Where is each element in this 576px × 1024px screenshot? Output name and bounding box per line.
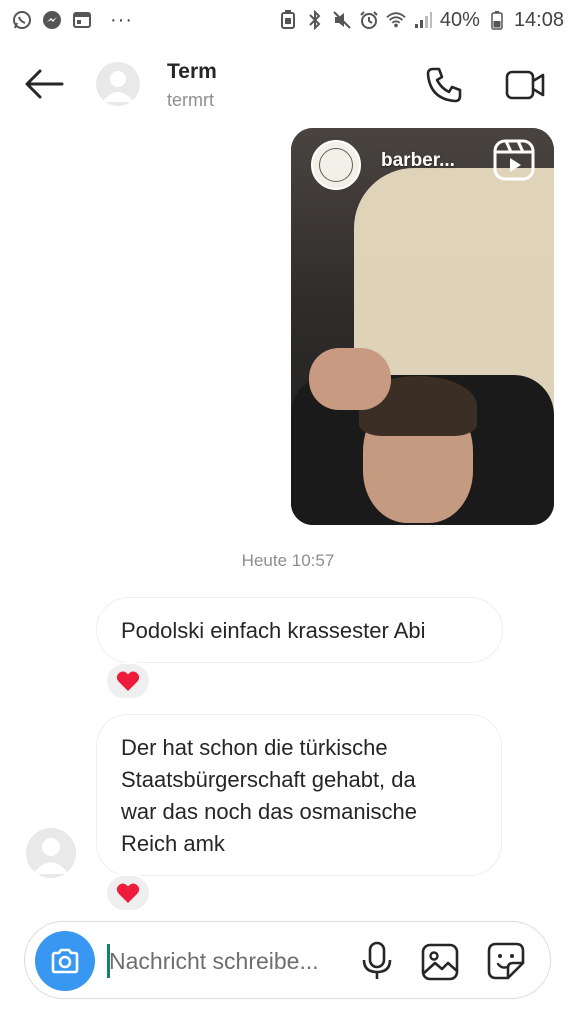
sticker-icon	[487, 942, 525, 980]
reel-account-avatar[interactable]	[311, 140, 361, 190]
battery-icon	[487, 10, 507, 30]
calendar-icon	[72, 10, 92, 30]
message-timestamp: Heute 10:57	[241, 551, 335, 570]
message-reaction[interactable]	[105, 874, 151, 912]
back-button[interactable]	[24, 68, 64, 100]
battery-percent: 40%	[439, 8, 480, 31]
mute-icon	[332, 10, 352, 30]
camera-icon	[51, 948, 79, 974]
message-reaction[interactable]	[105, 662, 151, 700]
contact-username[interactable]: termrt	[167, 90, 214, 111]
alarm-icon	[359, 10, 379, 30]
gallery-button[interactable]	[420, 942, 460, 982]
battery-saver-icon	[278, 10, 298, 30]
message-bubble[interactable]: Der hat schon die türkische Staatsbürger…	[96, 714, 502, 876]
reel-account-name[interactable]: barber...	[381, 150, 455, 172]
heart-icon	[116, 671, 140, 691]
default-avatar-icon	[102, 71, 134, 102]
shared-reel[interactable]: barber...	[291, 128, 554, 525]
message-text: Der hat schon die türkische	[121, 735, 388, 760]
message-bubble[interactable]: Podolski einfach krassester Abi	[96, 597, 503, 663]
video-call-button[interactable]	[505, 68, 545, 102]
whatsapp-icon	[12, 10, 32, 30]
contact-name[interactable]: Term	[167, 60, 217, 84]
message-text: Podolski einfach krassester Abi	[121, 618, 426, 643]
chat-header: Term termrt	[0, 40, 576, 128]
reel-thumbnail-hand	[309, 348, 391, 410]
messenger-icon	[42, 10, 62, 30]
sticker-button[interactable]	[486, 941, 526, 981]
back-arrow-icon	[25, 69, 64, 99]
call-button[interactable]	[425, 66, 463, 104]
heart-icon	[116, 883, 140, 903]
wifi-icon	[386, 10, 406, 30]
camera-button[interactable]	[35, 931, 95, 991]
message-composer	[24, 921, 551, 999]
default-avatar-icon	[33, 838, 69, 874]
message-text: war das noch das osmanische	[121, 799, 417, 824]
message-text: Reich amk	[121, 831, 225, 856]
overflow-indicator: ···	[110, 8, 133, 31]
status-bar: ··· 40% 14:08	[0, 0, 576, 40]
sender-avatar[interactable]	[26, 828, 76, 878]
contact-avatar[interactable]	[96, 62, 140, 106]
video-call-icon	[505, 70, 545, 100]
reels-icon	[492, 138, 536, 182]
bluetooth-icon	[305, 10, 325, 30]
message-input[interactable]	[109, 940, 349, 982]
clock: 14:08	[513, 8, 564, 31]
signal-icon	[413, 10, 433, 30]
voice-message-button[interactable]	[359, 941, 395, 981]
microphone-icon	[362, 941, 392, 979]
message-text: Staatsbürgerschaft gehabt, da	[121, 767, 416, 792]
phone-icon	[426, 67, 462, 103]
gallery-icon	[421, 943, 459, 981]
